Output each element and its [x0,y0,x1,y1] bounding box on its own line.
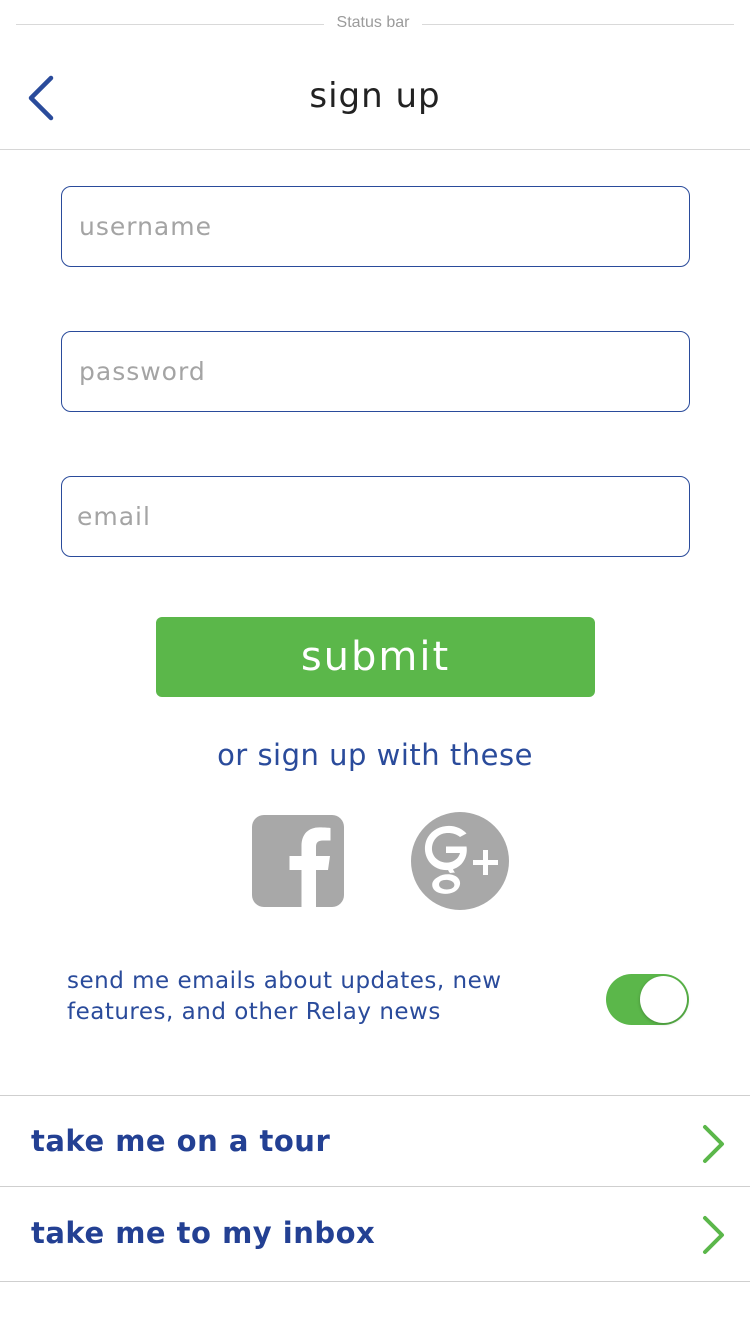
facebook-icon [252,815,344,907]
google-plus-icon [411,812,509,910]
chevron-right-icon [703,1125,724,1163]
email-optin-toggle[interactable] [606,974,689,1025]
optin-text-line-1: send me emails about updates, new [67,968,502,994]
page-title: sign up [309,76,441,116]
nav-bar: sign up [0,46,750,150]
email-field[interactable] [61,476,690,557]
submit-button[interactable]: submit [156,617,595,697]
status-bar-label: Status bar [336,14,410,31]
username-field[interactable] [61,186,690,267]
sign-up-screen: Status bar sign up submit or sign up wit… [0,0,750,1334]
status-divider-left [16,24,324,25]
tour-link-label: take me on a tour [31,1124,331,1158]
status-bar: Status bar [0,0,750,46]
google-plus-button[interactable] [410,811,510,911]
password-field[interactable] [61,331,690,412]
chevron-right-icon [703,1216,724,1254]
email-optin-label: send me emails about updates, new featur… [67,966,537,1028]
optin-text-line-2: features, and other Relay news [67,999,441,1025]
status-divider-right [422,24,734,25]
inbox-link-row[interactable]: take me to my inbox [0,1186,750,1282]
toggle-knob [640,976,687,1023]
social-signup-caption: or sign up with these [217,738,533,772]
inbox-link-label: take me to my inbox [31,1216,376,1250]
tour-link-row[interactable]: take me on a tour [0,1095,750,1186]
facebook-button[interactable] [252,815,344,907]
